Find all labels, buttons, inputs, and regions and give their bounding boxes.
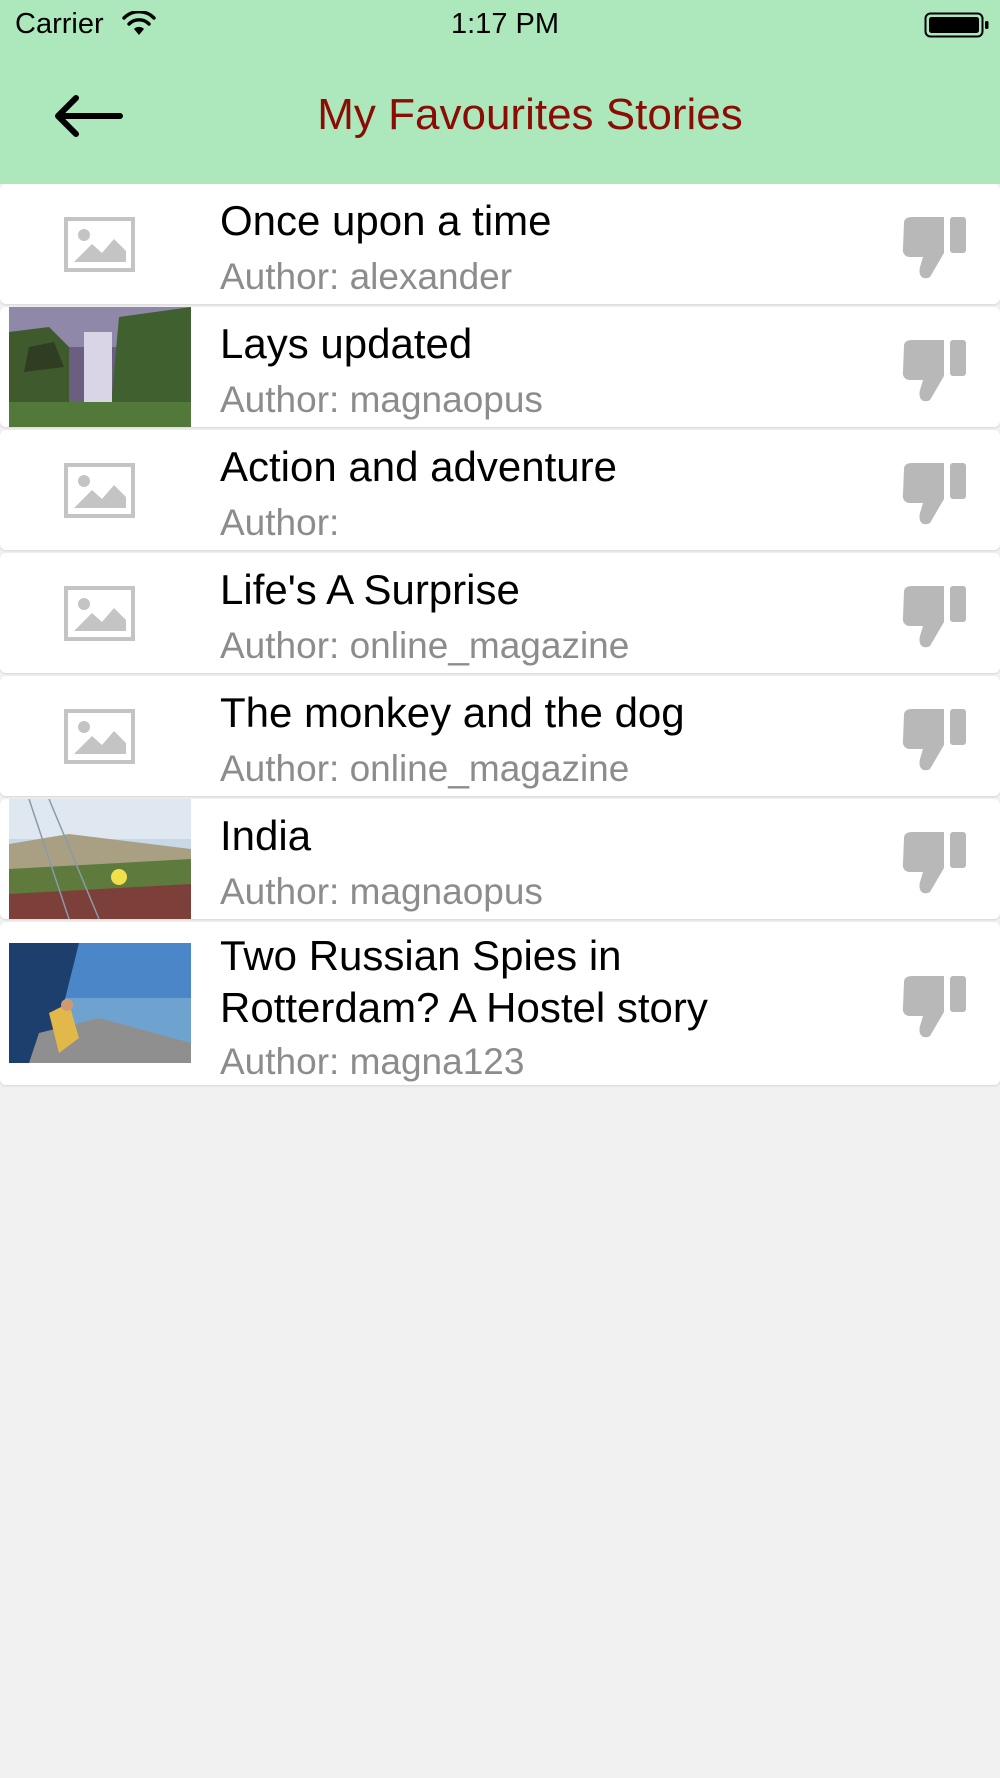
story-author: Author: online_magazine bbox=[220, 625, 630, 666]
page-title: My Favourites Stories bbox=[317, 90, 743, 139]
story-title: The monkey and the dog bbox=[220, 689, 685, 736]
story-title-line-2: Rotterdam? A Hostel story bbox=[220, 984, 708, 1031]
list-item[interactable]: Once upon a time Author: alexander bbox=[0, 184, 1000, 304]
story-title: India bbox=[220, 812, 312, 859]
story-title-line-1: Two Russian Spies in bbox=[220, 932, 622, 979]
placeholder-image-icon bbox=[64, 463, 135, 518]
story-author: Author: bbox=[220, 502, 340, 543]
story-title: Action and adventure bbox=[220, 443, 617, 490]
list-item[interactable]: The monkey and the dog Author: online_ma… bbox=[0, 676, 1000, 796]
thumbs-down-icon[interactable] bbox=[900, 461, 970, 527]
story-author: Author: alexander bbox=[220, 256, 513, 297]
list-item[interactable]: Two Russian Spies in Rotterdam? A Hostel… bbox=[0, 922, 1000, 1085]
story-author: Author: magnaopus bbox=[220, 871, 543, 912]
list-item[interactable]: Lays updated Author: magnaopus bbox=[0, 307, 1000, 427]
thumbs-down-icon[interactable] bbox=[900, 584, 970, 650]
thumbs-down-icon[interactable] bbox=[900, 338, 970, 404]
list-item[interactable]: India Author: magnaopus bbox=[0, 799, 1000, 919]
list-item[interactable]: Action and adventure Author: bbox=[0, 430, 1000, 550]
thumbs-down-icon[interactable] bbox=[900, 974, 970, 1040]
story-author: Author: magna123 bbox=[220, 1041, 525, 1082]
nav-header: Carrier 1:17 PM My Favourites Stories bbox=[0, 0, 1000, 184]
thumbs-down-icon[interactable] bbox=[900, 215, 970, 281]
waterfall-photo bbox=[9, 307, 191, 427]
thumbs-down-icon[interactable] bbox=[900, 707, 970, 773]
flower-field-photo bbox=[9, 799, 191, 919]
placeholder-image-icon bbox=[64, 586, 135, 641]
story-author: Author: online_magazine bbox=[220, 748, 630, 789]
story-title: Lays updated bbox=[220, 320, 473, 367]
placeholder-image-icon bbox=[64, 709, 135, 764]
thumbs-down-icon[interactable] bbox=[900, 830, 970, 896]
story-title: Life's A Surprise bbox=[220, 566, 520, 613]
battery-icon bbox=[924, 12, 989, 38]
status-bar: Carrier 1:17 PM bbox=[0, 0, 1000, 50]
car-window-photo bbox=[9, 943, 191, 1063]
story-title: Once upon a time bbox=[220, 197, 552, 244]
story-author: Author: magnaopus bbox=[220, 379, 543, 420]
clock: 1:17 PM bbox=[451, 8, 559, 40]
placeholder-image-icon bbox=[64, 217, 135, 272]
list-item[interactable]: Life's A Surprise Author: online_magazin… bbox=[0, 553, 1000, 673]
